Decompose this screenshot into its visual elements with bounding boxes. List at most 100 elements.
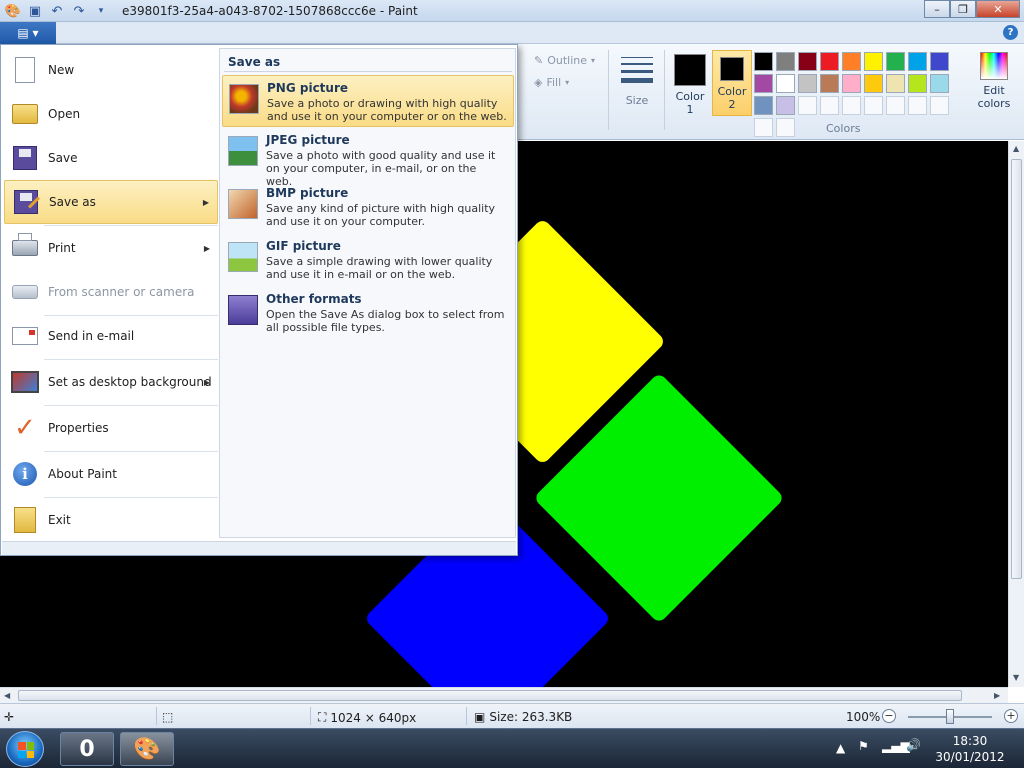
color2-swatch	[720, 57, 744, 81]
size-button[interactable]: Size	[614, 50, 660, 107]
palette-swatch[interactable]	[886, 74, 905, 93]
menu-item-send-email[interactable]: Send in e-mail	[4, 314, 218, 358]
scroll-right-icon[interactable]: ▶	[994, 691, 1000, 700]
email-icon	[10, 321, 40, 351]
custom-color-slot[interactable]	[798, 96, 817, 115]
save-as-other-formats[interactable]: Other formats Open the Save As dialog bo…	[222, 287, 514, 339]
custom-color-slot[interactable]	[886, 96, 905, 115]
menu-item-about[interactable]: i About Paint	[4, 452, 218, 496]
menu-item-label: Exit	[48, 513, 71, 527]
opera-icon: 0	[79, 736, 95, 762]
custom-color-slot[interactable]	[820, 96, 839, 115]
palette-swatch[interactable]	[776, 96, 795, 115]
palette-swatch[interactable]	[754, 96, 773, 115]
palette-swatch[interactable]	[798, 52, 817, 71]
selection-size-icon: ⬚	[162, 710, 174, 724]
minimize-button[interactable]: –	[924, 0, 950, 18]
start-button[interactable]	[6, 731, 44, 767]
palette-swatch[interactable]	[776, 52, 795, 71]
taskbar-app-opera[interactable]: 0	[60, 732, 114, 766]
desktop-icon	[10, 367, 40, 397]
scanner-icon	[10, 277, 40, 307]
edit-colors-button[interactable]: Edit colors	[974, 52, 1014, 110]
outline-dropdown[interactable]: ✎ Outline ▾	[534, 54, 595, 67]
save-as-png[interactable]: PNG picture Save a photo or drawing with…	[222, 75, 514, 127]
scroll-up-icon[interactable]: ▲	[1013, 144, 1019, 153]
vertical-scroll-thumb[interactable]	[1011, 159, 1022, 579]
menu-item-open[interactable]: Open	[4, 92, 218, 136]
outline-icon: ✎	[534, 54, 544, 67]
menu-item-exit[interactable]: Exit	[4, 498, 218, 542]
volume-icon[interactable]: 🔊	[906, 738, 921, 752]
horizontal-scroll-thumb[interactable]	[18, 690, 962, 701]
horizontal-scrollbar[interactable]: ◀ ▶	[0, 687, 1008, 703]
quick-access-toolbar: 🎨 ▣ ↶ ↷ ▾	[4, 2, 110, 20]
close-button[interactable]: ✕	[976, 0, 1020, 18]
custom-color-slot[interactable]	[930, 96, 949, 115]
custom-color-slot[interactable]	[776, 118, 795, 137]
save-as-submenu: Save as PNG picture Save a photo or draw…	[219, 48, 516, 538]
palette-swatch[interactable]	[864, 52, 883, 71]
palette-swatch[interactable]	[886, 52, 905, 71]
new-page-icon	[10, 55, 40, 85]
palette-swatch[interactable]	[754, 52, 773, 71]
color1-button[interactable]: Color 1	[670, 50, 710, 116]
menu-item-label: About Paint	[48, 467, 117, 481]
vertical-scrollbar[interactable]: ▲ ▼	[1008, 141, 1024, 687]
palette-swatch[interactable]	[908, 52, 927, 71]
menu-item-print[interactable]: Print ▶	[4, 226, 218, 270]
maximize-button[interactable]: ❐	[950, 0, 976, 18]
color2-number: 2	[728, 98, 736, 111]
custom-color-slot[interactable]	[864, 96, 883, 115]
palette-swatch[interactable]	[930, 52, 949, 71]
menu-item-properties[interactable]: ✓ Properties	[4, 406, 218, 450]
submenu-arrow-icon: ▶	[203, 377, 210, 387]
fill-dropdown[interactable]: ◈ Fill ▾	[534, 76, 569, 89]
redo-icon[interactable]: ↷	[70, 2, 88, 20]
scroll-left-icon[interactable]: ◀	[4, 691, 10, 700]
save-as-bmp[interactable]: BMP picture Save any kind of picture wit…	[222, 181, 514, 233]
help-icon[interactable]: ?	[1003, 25, 1018, 40]
undo-icon[interactable]: ↶	[48, 2, 66, 20]
menu-item-save-as[interactable]: Save as ▶	[4, 180, 218, 224]
save-as-gif[interactable]: GIF picture Save a simple drawing with l…	[222, 234, 514, 286]
zoom-slider-thumb[interactable]	[946, 709, 954, 724]
paint-app-icon[interactable]: 🎨	[4, 2, 22, 20]
palette-swatch[interactable]	[820, 52, 839, 71]
palette-swatch[interactable]	[820, 74, 839, 93]
show-hidden-icons-icon[interactable]: ▲	[836, 741, 845, 755]
palette-swatch[interactable]	[842, 74, 861, 93]
menu-item-save[interactable]: Save	[4, 136, 218, 180]
palette-swatch[interactable]	[754, 74, 773, 93]
custom-color-slot[interactable]	[908, 96, 927, 115]
quick-save-icon[interactable]: ▣	[26, 2, 44, 20]
menu-item-scanner[interactable]: From scanner or camera	[4, 270, 218, 314]
palette-swatch[interactable]	[908, 74, 927, 93]
option-title: PNG picture	[267, 81, 349, 95]
customize-toolbar-icon[interactable]: ▾	[92, 2, 110, 20]
option-title: Other formats	[266, 292, 362, 306]
file-menu-commands: New Open Save Save as ▶ Print ▶ From sca…	[2, 46, 218, 540]
custom-color-slot[interactable]	[842, 96, 861, 115]
color2-button[interactable]: Color 2	[712, 50, 752, 116]
palette-swatch[interactable]	[864, 74, 883, 93]
file-size: ▣ Size: 263.3KB	[474, 710, 572, 724]
taskbar-app-paint[interactable]: 🎨	[120, 732, 174, 766]
palette-swatch[interactable]	[842, 52, 861, 71]
zoom-out-button[interactable]: −	[882, 709, 896, 723]
scroll-down-icon[interactable]: ▼	[1013, 673, 1019, 682]
paint-menu-button[interactable]: ▤ ▾	[0, 22, 56, 44]
outline-label: Outline	[547, 54, 588, 67]
action-center-flag-icon[interactable]: ⚑	[858, 739, 869, 753]
save-as-icon	[11, 187, 41, 217]
save-as-heading: Save as	[228, 55, 281, 69]
palette-swatch[interactable]	[930, 74, 949, 93]
menu-item-new[interactable]: New	[4, 48, 218, 92]
zoom-in-button[interactable]: +	[1004, 709, 1018, 723]
save-as-jpeg[interactable]: JPEG picture Save a photo with good qual…	[222, 128, 514, 188]
custom-color-slot[interactable]	[754, 118, 773, 137]
palette-swatch[interactable]	[798, 74, 817, 93]
palette-swatch[interactable]	[776, 74, 795, 93]
system-clock[interactable]: 18:30 30/01/2012	[928, 733, 1012, 765]
menu-item-desktop-background[interactable]: Set as desktop background ▶	[4, 360, 218, 404]
